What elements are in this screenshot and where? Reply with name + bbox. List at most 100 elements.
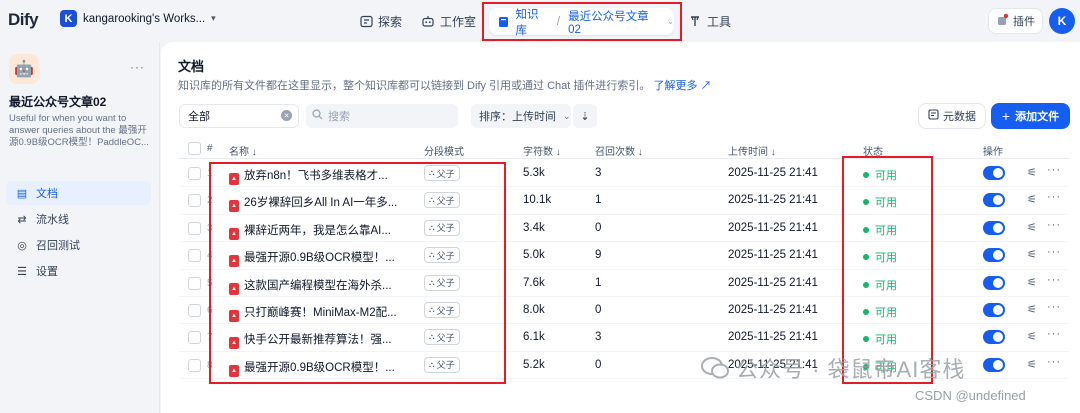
current-kb-label[interactable]: 最近公众号文章02 — [568, 8, 658, 36]
clear-icon[interactable]: ✕ — [281, 110, 292, 121]
segment-settings-icon[interactable]: ⚟ — [1027, 221, 1037, 234]
kb-robot-icon: 🤖 — [9, 54, 39, 84]
segment-settings-icon[interactable]: ⚟ — [1027, 193, 1037, 206]
doc-name[interactable]: ▲ 26岁裸辞回乡All In AI一年多... — [229, 194, 397, 213]
status-text: 可用 — [875, 197, 897, 210]
target-icon: ◎ — [17, 239, 27, 252]
segment-settings-icon[interactable]: ⚟ — [1027, 303, 1037, 316]
more-icon[interactable]: ··· — [1047, 219, 1061, 231]
workspace-switcher[interactable]: K kangarooking's Works... ▾ — [60, 10, 216, 27]
more-icon[interactable]: ··· — [1047, 301, 1061, 313]
metadata-button[interactable]: 元数据 — [918, 103, 986, 129]
col-upload-time[interactable]: 上传时间 ↓ — [728, 143, 776, 158]
more-icon[interactable]: ··· — [1047, 164, 1061, 176]
add-file-button[interactable]: + 添加文件 — [991, 103, 1070, 129]
nav-tools[interactable]: 工具 — [688, 6, 731, 36]
col-chars[interactable]: 字符数 ↓ — [523, 143, 561, 158]
segment-settings-icon[interactable]: ⚟ — [1027, 358, 1037, 371]
row-checkbox[interactable] — [188, 304, 201, 317]
nav-studio[interactable]: 工作室 — [421, 6, 476, 36]
doc-name[interactable]: ▲ 最强开源0.9B级OCR模型！... — [229, 359, 395, 377]
table-row[interactable]: 3 ▲ 裸辞近两年，我是怎么靠AI... ⛬ 父子 3.4k 0 2025-11-25 21:… — [179, 215, 1069, 243]
status-dot-icon — [863, 309, 869, 315]
sort-direction-button[interactable]: ⇣ — [573, 104, 597, 128]
plugins-button[interactable]: 插件 — [988, 8, 1043, 34]
sort-select[interactable]: 排序：上传时间 ⌄ — [471, 104, 571, 128]
more-icon[interactable]: ··· — [1047, 274, 1061, 286]
doc-name[interactable]: ▲ 裸辞近两年，我是怎么靠AI... — [229, 222, 391, 240]
nav-knowledge-breadcrumb[interactable]: 知识库 / 最近公众号文章02 ⌄ — [489, 6, 674, 38]
more-icon[interactable]: ··· — [1047, 356, 1061, 368]
segment-settings-icon[interactable]: ⚟ — [1027, 330, 1037, 343]
segment-settings-icon[interactable]: ⚟ — [1027, 166, 1037, 179]
sidebar-item-label: 召回测试 — [36, 240, 80, 252]
user-avatar[interactable]: K — [1049, 8, 1075, 34]
doc-name[interactable]: ▲ 放弃n8n！飞书多维表格才... — [229, 167, 388, 185]
nav-knowledge-label[interactable]: 知识库 — [516, 6, 549, 38]
doc-name[interactable]: ▲ 最强开源0.9B级OCR模型！... — [229, 249, 395, 268]
table-row[interactable]: 7 ▲ 快手公开最新推荐算法！强... ⛬ 父子 6.1k 3 2025-11-25 21:4… — [179, 324, 1069, 352]
more-icon[interactable]: ··· — [130, 60, 145, 74]
search-input[interactable]: 搜索 — [306, 104, 458, 128]
chevron-down-icon: ▾ — [211, 13, 216, 23]
enable-toggle[interactable] — [983, 357, 1005, 372]
segment-settings-icon[interactable]: ⚟ — [1027, 248, 1037, 261]
col-hits[interactable]: 召回次数 ↓ — [595, 143, 643, 158]
col-name[interactable]: 名称 ↓ — [229, 143, 257, 158]
table-row[interactable]: 1 ▲ 放弃n8n！飞书多维表格才... ⛬ 父子 5.3k 3 2025-11-25 21:… — [179, 160, 1069, 188]
segment-settings-icon[interactable]: ⚟ — [1027, 276, 1037, 289]
segment-mode-badge: ⛬ 父子 — [424, 302, 460, 318]
enable-toggle[interactable] — [983, 220, 1005, 235]
page-title: 文档 — [178, 59, 205, 74]
enable-toggle[interactable] — [983, 275, 1005, 290]
book-icon — [497, 15, 511, 29]
parent-child-icon: ⛬ — [429, 277, 435, 287]
status-dot-icon — [863, 226, 869, 233]
chevron-down-icon[interactable]: ⌄ — [667, 17, 674, 26]
doc-name[interactable]: ▲ 这款国产编程模型在海外杀... — [229, 277, 392, 295]
hit-count: 1 — [595, 276, 602, 289]
row-checkbox[interactable] — [188, 167, 201, 180]
row-checkbox[interactable] — [188, 358, 201, 372]
parent-child-icon: ⛬ — [429, 359, 435, 369]
segment-mode-text: 父子 — [436, 278, 455, 289]
status-text: 可用 — [875, 334, 897, 347]
row-checkbox[interactable] — [188, 249, 201, 263]
table-row[interactable]: 6 ▲ 只打巅峰赛！MiniMax-M2配... ⛬ 父子 8.0k 0 2025-11-25… — [179, 297, 1069, 325]
row-checkbox[interactable] — [188, 221, 201, 235]
enable-toggle[interactable] — [983, 330, 1005, 345]
enable-toggle[interactable] — [983, 166, 1005, 180]
char-count: 5.3k — [523, 167, 545, 179]
sidebar-item-settings[interactable]: ☰ 设置 — [6, 259, 151, 283]
enable-toggle[interactable] — [983, 303, 1005, 317]
table-row[interactable]: 2 ▲ 26岁裸辞回乡All In AI一年多... ⛬ 父子 10.1k 1 2025-11… — [179, 187, 1069, 215]
row-checkbox[interactable] — [188, 331, 201, 345]
char-count: 5.2k — [523, 358, 545, 371]
enable-toggle[interactable] — [983, 248, 1005, 263]
status-filter[interactable]: 全部 ✕ — [179, 104, 299, 128]
more-icon[interactable]: ··· — [1047, 246, 1061, 258]
doc-name[interactable]: ▲ 快手公开最新推荐算法！强... — [229, 331, 392, 350]
more-icon[interactable]: ··· — [1047, 328, 1061, 340]
segment-mode-text: 父子 — [436, 305, 455, 316]
sidebar-item-documents[interactable]: ▤ 文档 — [6, 181, 151, 205]
table-row[interactable]: 5 ▲ 这款国产编程模型在海外杀... ⛬ 父子 7.6k 1 2025-11-25 21:4… — [179, 270, 1069, 297]
enable-toggle[interactable] — [983, 193, 1005, 208]
nav-explore[interactable]: 探索 — [359, 6, 402, 36]
col-status: 状态 — [863, 147, 883, 158]
table-row[interactable]: 4 ▲ 最强开源0.9B级OCR模型！... ⛬ 父子 5.0k 9 2025-11-25 2… — [179, 242, 1069, 270]
sidebar-item-retrieval-test[interactable]: ◎ 召回测试 — [6, 233, 151, 257]
learn-more-link[interactable]: 了解更多 ↗ — [653, 80, 711, 92]
segment-mode-text: 父子 — [436, 250, 455, 261]
dify-logo[interactable]: Dify — [8, 10, 39, 30]
upload-time: 2025-11-25 21:41 — [728, 276, 818, 289]
sidebar-item-pipeline[interactable]: ⇄ 流水线 — [6, 207, 151, 231]
row-checkbox[interactable] — [188, 276, 201, 290]
select-all-checkbox[interactable] — [188, 142, 201, 155]
row-number: 2 — [207, 195, 213, 207]
pipeline-icon: ⇄ — [17, 213, 27, 226]
more-icon[interactable]: ··· — [1047, 191, 1061, 203]
parent-child-icon: ⛬ — [429, 332, 435, 342]
row-checkbox[interactable] — [188, 194, 201, 208]
doc-name[interactable]: ▲ 只打巅峰赛！MiniMax-M2配... — [229, 304, 397, 322]
